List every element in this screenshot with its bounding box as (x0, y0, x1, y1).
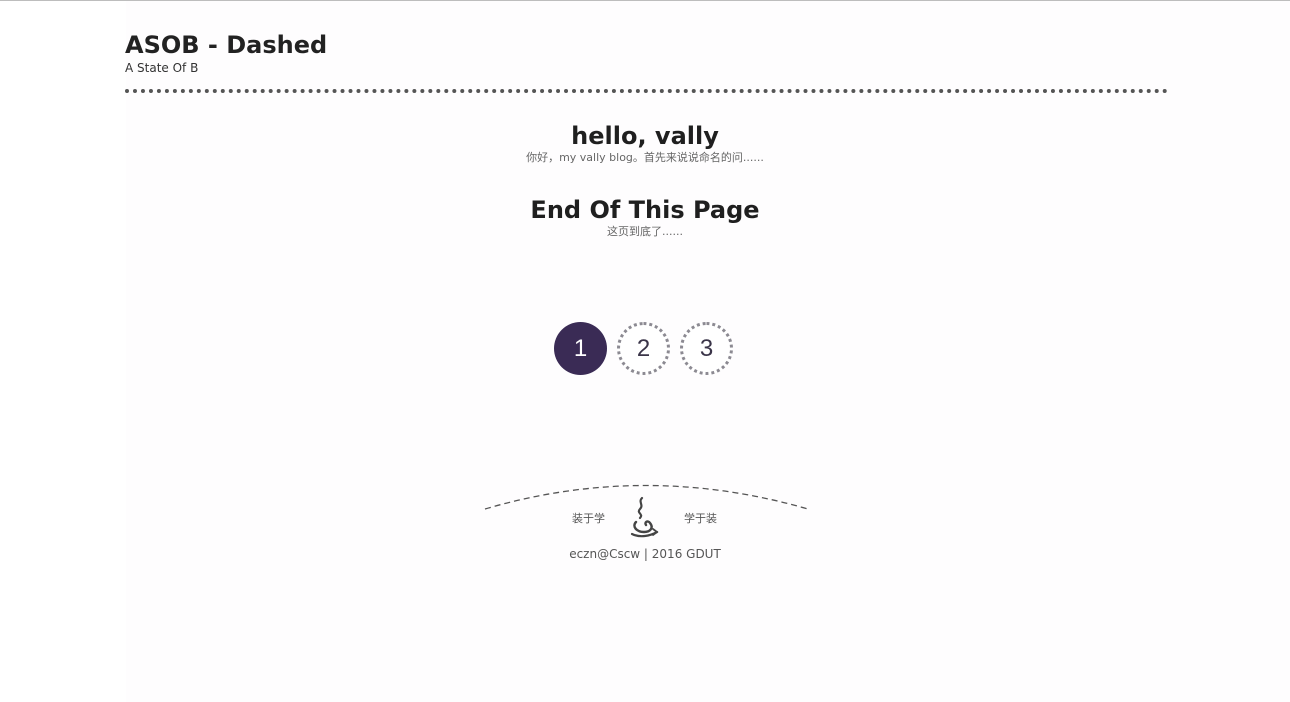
site-title[interactable]: ASOB - Dashed (125, 30, 1168, 60)
site-footer: 装于学 学于装 eczn@Cscw | 2016 GDUT (480, 476, 810, 576)
post-title[interactable]: hello, vally (345, 121, 945, 151)
post-item: End Of This Page 这页到底了...... (345, 195, 945, 239)
footer-link-right[interactable]: 学于装 (684, 512, 717, 526)
footer-links: 装于学 学于装 (480, 496, 810, 540)
post-title[interactable]: End Of This Page (345, 195, 945, 225)
site-subtitle: A State Of B (125, 61, 199, 75)
header-divider (125, 89, 1168, 93)
page-button-1[interactable]: 1 (554, 322, 607, 375)
flame-logo-icon[interactable] (628, 496, 660, 542)
post-item: hello, vally 你好，my vally blog。首先来说说命名的问.… (345, 121, 945, 165)
post-excerpt: 你好，my vally blog。首先来说说命名的问...... (526, 151, 764, 164)
page-button-3[interactable]: 3 (680, 322, 733, 375)
pagination: 1 2 3 (554, 322, 733, 377)
site-header: ASOB - Dashed A State Of B (125, 30, 1168, 76)
post-excerpt: 这页到底了...... (607, 225, 683, 238)
page-button-2[interactable]: 2 (617, 322, 670, 375)
copyright-text: eczn@Cscw | 2016 GDUT (569, 547, 721, 561)
footer-link-left[interactable]: 装于学 (572, 512, 605, 526)
